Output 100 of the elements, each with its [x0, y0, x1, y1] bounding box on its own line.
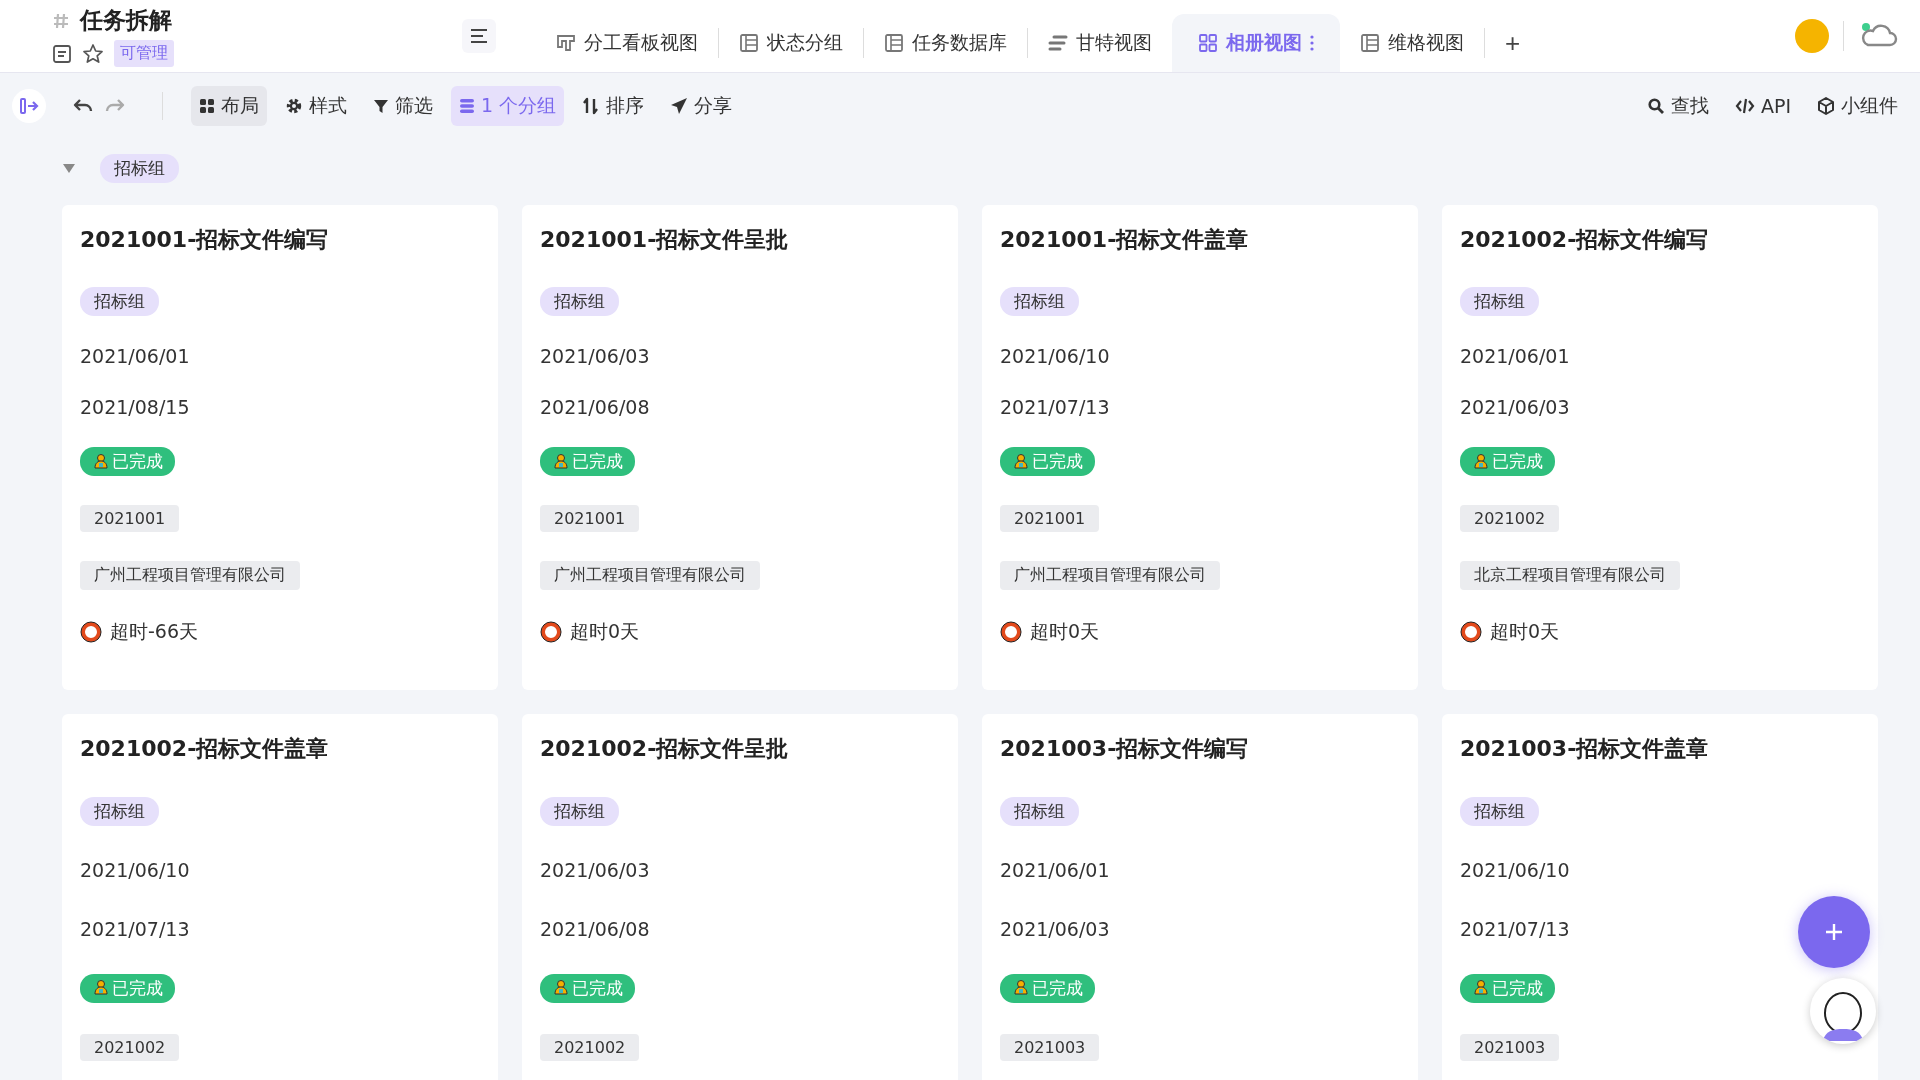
code-chip: 2021001 — [1000, 505, 1100, 532]
ring-icon — [1000, 621, 1022, 643]
ring-icon — [80, 621, 102, 643]
overdue-text: 超时0天 — [1490, 619, 1560, 644]
status-text: 已完成 — [1032, 976, 1083, 1000]
person-icon — [92, 979, 110, 997]
permission-badge: 可管理 — [114, 40, 174, 67]
collapse-caret-icon[interactable] — [62, 162, 76, 174]
add-view-button[interactable]: + — [1485, 14, 1541, 72]
more-icon[interactable] — [1310, 35, 1314, 51]
view-tab[interactable]: 状态分组 — [719, 14, 863, 72]
person-icon — [552, 979, 570, 997]
table-icon — [884, 34, 904, 52]
end-date: 2021/06/03 — [1000, 918, 1110, 940]
code-chip: 2021002 — [80, 1033, 180, 1061]
toolbar-button[interactable]: 查找 — [1638, 86, 1717, 126]
ring-icon — [540, 621, 562, 643]
status-text: 已完成 — [572, 976, 623, 1000]
status-text: 已完成 — [112, 976, 163, 1000]
sheet-title: 任务拆解 — [80, 6, 172, 35]
group-tag: 招标组 — [80, 287, 159, 316]
group-tag: 招标组 — [1000, 796, 1079, 826]
card-title: 2021001-招标文件盖章 — [1000, 226, 1250, 251]
kanban-icon — [556, 34, 576, 52]
plus-icon — [1823, 921, 1845, 943]
record-card[interactable]: 2021002-招标文件盖章 招标组 2021/06/10 2021/07/13 已完成 2021002 — [62, 714, 498, 1080]
company-chip: 广州工程项目管理有限公司 — [540, 561, 760, 590]
record-card[interactable]: 2021001-招标文件编写 招标组 2021/06/01 2021/08/15 已完成 2021001 广州工程项目管理有限公司 超时-66天 — [62, 205, 498, 690]
table-icon — [1360, 34, 1380, 52]
star-icon[interactable] — [82, 42, 104, 65]
toolbar-button[interactable]: 布局 — [191, 86, 267, 126]
toolbar-button[interactable]: 分享 — [662, 86, 741, 126]
end-date: 2021/06/03 — [1460, 396, 1570, 418]
hash-icon — [52, 11, 70, 30]
search-icon — [1646, 97, 1665, 115]
group-tag: 招标组 — [540, 796, 619, 826]
card-title: 2021002-招标文件盖章 — [80, 735, 330, 760]
start-date: 2021/06/10 — [1000, 345, 1110, 367]
sidebar-toggle-button[interactable] — [12, 89, 46, 123]
view-tab[interactable]: 任务数据库 — [864, 14, 1027, 72]
group-tag: 招标组 — [540, 287, 619, 316]
record-card[interactable]: 2021002-招标文件呈批 招标组 2021/06/03 2021/06/08 已完成 2021002 — [522, 714, 958, 1080]
record-card[interactable]: 2021001-招标文件盖章 招标组 2021/06/10 2021/07/13 已完成 2021001 广州工程项目管理有限公司 超时0天 — [982, 205, 1418, 690]
company-chip: 北京工程项目管理有限公司 — [1460, 561, 1680, 590]
toolbar-button[interactable]: 小组件 — [1809, 86, 1906, 126]
toolbar-button[interactable]: 样式 — [277, 86, 355, 126]
status-text: 已完成 — [112, 450, 163, 473]
document-icon[interactable] — [52, 43, 72, 64]
ring-icon — [1460, 621, 1482, 643]
end-date: 2021/07/13 — [1460, 918, 1570, 940]
settings-icon — [285, 97, 303, 115]
person-icon — [92, 452, 110, 471]
record-card[interactable]: 2021002-招标文件编写 招标组 2021/06/01 2021/06/03 已完成 2021002 北京工程项目管理有限公司 超时0天 — [1442, 205, 1878, 690]
start-date: 2021/06/03 — [540, 345, 650, 367]
code-chip: 2021001 — [80, 505, 180, 532]
company-chip: 广州工程项目管理有限公司 — [1000, 561, 1220, 590]
company-chip: 广州工程项目管理有限公司 — [80, 561, 300, 590]
code-chip: 2021001 — [540, 505, 640, 532]
group-tag: 招标组 — [80, 796, 159, 826]
start-date: 2021/06/10 — [1460, 859, 1570, 881]
end-date: 2021/06/08 — [540, 918, 650, 940]
card-title: 2021002-招标文件呈批 — [540, 735, 790, 760]
person-icon — [1472, 979, 1490, 997]
view-tab[interactable]: 分工看板视图 — [536, 14, 718, 72]
status-text: 已完成 — [1492, 976, 1543, 1000]
view-tab[interactable]: 维格视图 — [1340, 14, 1484, 72]
card-title: 2021003-招标文件盖章 — [1460, 735, 1710, 760]
start-date: 2021/06/01 — [1000, 859, 1110, 881]
status-text: 已完成 — [1032, 450, 1083, 473]
code-chip: 2021003 — [1460, 1033, 1560, 1061]
toolbar-button[interactable]: API — [1726, 88, 1799, 124]
menu-button[interactable] — [462, 19, 496, 53]
card-title: 2021001-招标文件呈批 — [540, 226, 790, 251]
record-card[interactable]: 2021001-招标文件呈批 招标组 2021/06/03 2021/06/08 已完成 2021001 广州工程项目管理有限公司 超时0天 — [522, 205, 958, 690]
status-text: 已完成 — [572, 450, 623, 473]
send-icon — [670, 97, 689, 115]
person-icon — [1012, 979, 1030, 997]
view-tab[interactable]: 甘特视图 — [1028, 14, 1172, 72]
group-tag: 招标组 — [1460, 287, 1539, 316]
menu-icon — [469, 28, 489, 44]
view-tab[interactable]: 相册视图 — [1172, 14, 1340, 72]
group-tag: 招标组 — [100, 153, 179, 183]
status-text: 已完成 — [1492, 450, 1543, 473]
start-date: 2021/06/01 — [1460, 345, 1570, 367]
sort-icon — [582, 97, 601, 115]
end-date: 2021/07/13 — [80, 918, 190, 940]
expand-icon — [19, 97, 39, 115]
overdue-text: 超时0天 — [1030, 619, 1100, 644]
toolbar-button[interactable]: 筛选 — [365, 86, 441, 126]
record-card[interactable]: 2021003-招标文件编写 招标组 2021/06/01 2021/06/03 已完成 2021003 — [982, 714, 1418, 1080]
gallery-icon — [1198, 34, 1218, 52]
toolbar-button[interactable]: 排序 — [574, 86, 653, 126]
end-date: 2021/08/15 — [80, 396, 190, 418]
filter-icon — [373, 98, 389, 114]
end-date: 2021/07/13 — [1000, 396, 1110, 418]
layout-icon — [199, 98, 215, 114]
code-chip: 2021002 — [1460, 505, 1560, 532]
card-title: 2021002-招标文件编写 — [1460, 226, 1710, 251]
group-tag: 招标组 — [1460, 796, 1539, 826]
record-card[interactable]: 2021003-招标文件盖章 招标组 2021/06/10 2021/07/13 已完成 2021003 — [1442, 714, 1878, 1080]
